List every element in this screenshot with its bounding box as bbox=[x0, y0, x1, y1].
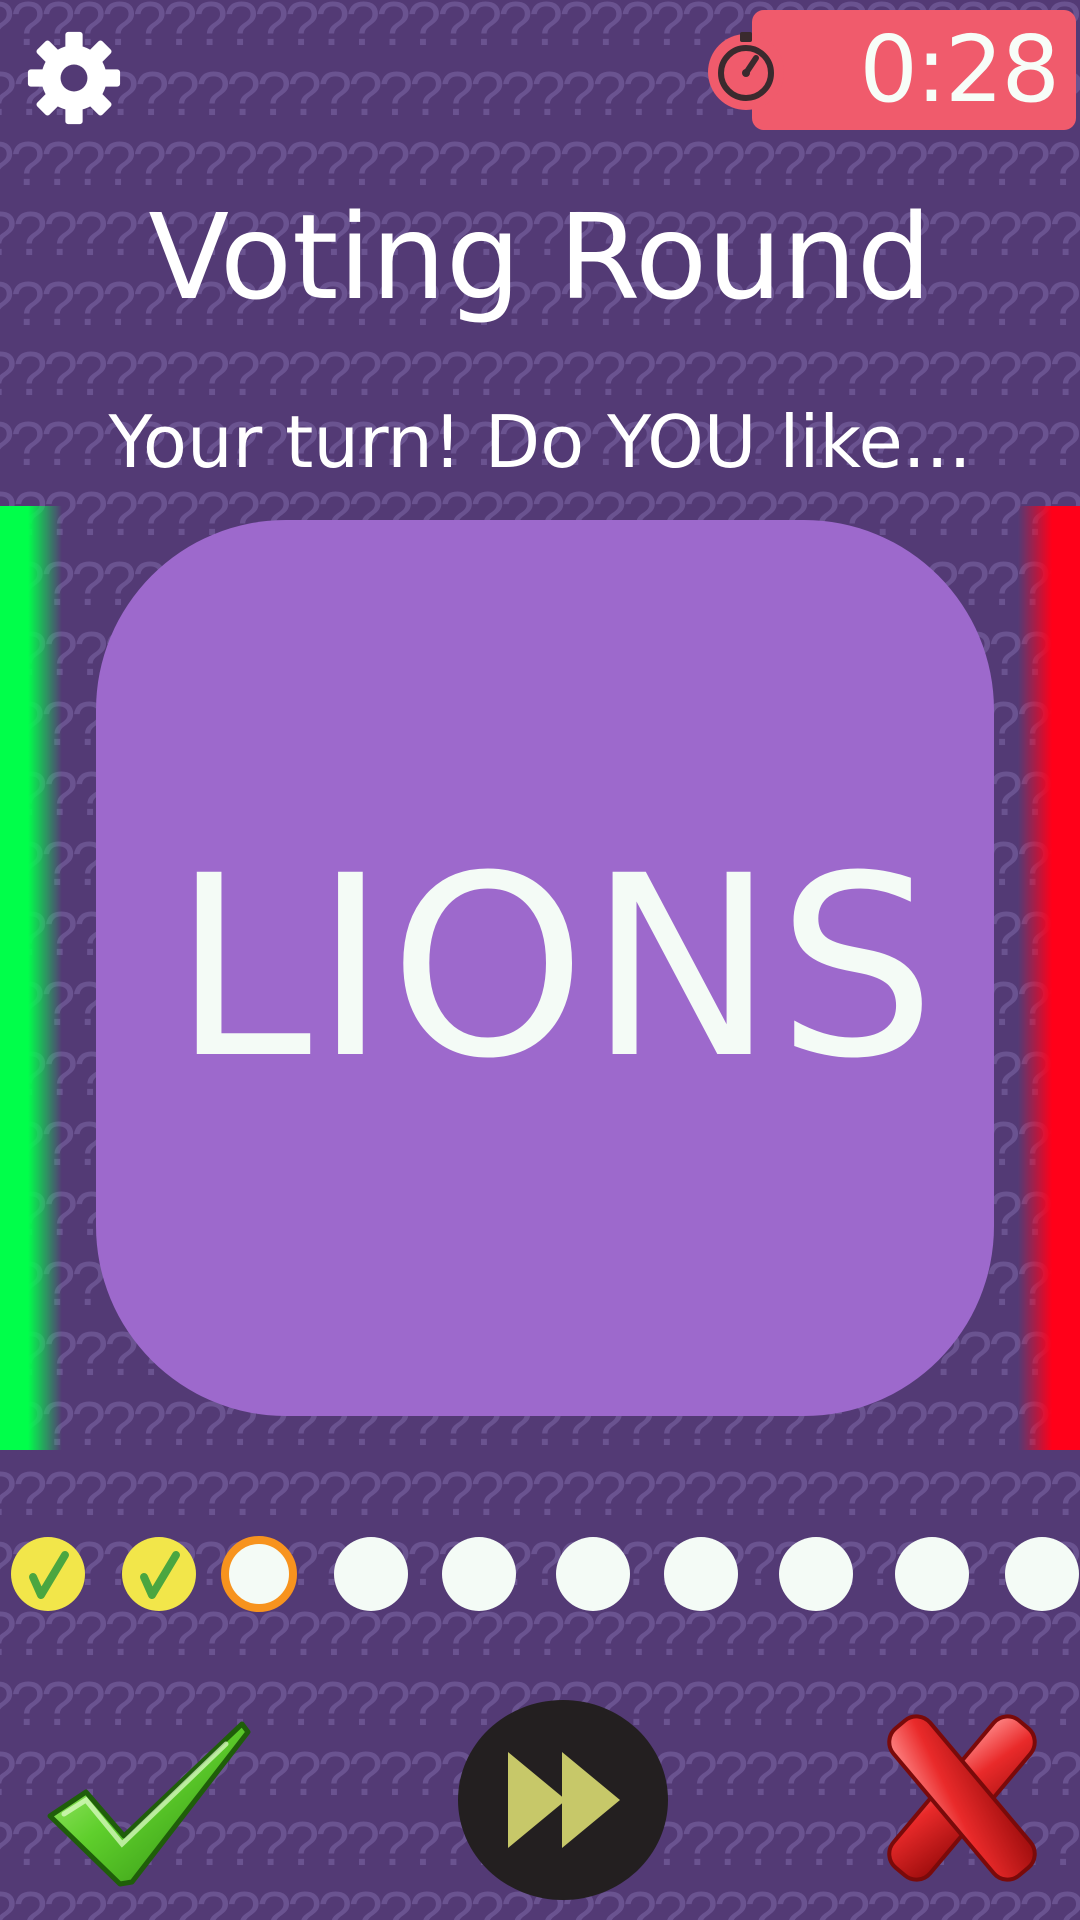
progress-dot-pending bbox=[895, 1537, 969, 1611]
progress-dot-done bbox=[122, 1537, 196, 1611]
checkmark-icon bbox=[47, 1721, 251, 1887]
progress-dot-pending bbox=[1005, 1537, 1079, 1611]
skip-button[interactable] bbox=[458, 1700, 668, 1900]
progress-dot-pending bbox=[334, 1537, 408, 1611]
stopwatch-icon bbox=[704, 26, 788, 110]
fast-forward-icon bbox=[508, 1752, 620, 1848]
check-icon bbox=[29, 1551, 69, 1599]
progress-dot-pending bbox=[664, 1537, 738, 1611]
progress-dot-pending bbox=[779, 1537, 853, 1611]
check-icon bbox=[140, 1551, 180, 1599]
like-button[interactable] bbox=[46, 1718, 252, 1890]
dislike-side-indicator bbox=[1018, 506, 1080, 1450]
settings-button[interactable] bbox=[26, 30, 122, 126]
progress-dot-pending bbox=[442, 1537, 516, 1611]
progress-dot-pending bbox=[556, 1537, 630, 1611]
progress-dot-done bbox=[11, 1537, 85, 1611]
gear-icon bbox=[27, 31, 121, 125]
word-card[interactable]: LIONS bbox=[96, 520, 994, 1416]
like-side-indicator bbox=[0, 506, 62, 1450]
word-text: LIONS bbox=[172, 822, 938, 1113]
round-title: Voting Round bbox=[148, 188, 932, 326]
timer-display: 0:28 bbox=[752, 10, 1076, 130]
dislike-button[interactable] bbox=[880, 1706, 1044, 1890]
x-cross-icon bbox=[887, 1714, 1037, 1882]
timer-value: 0:28 bbox=[859, 16, 1060, 123]
turn-prompt: Your turn! Do YOU like... bbox=[108, 400, 972, 484]
progress-dot-current bbox=[221, 1536, 297, 1612]
background-pattern-row: ???????????????????????????????????????? bbox=[0, 1460, 1080, 1529]
